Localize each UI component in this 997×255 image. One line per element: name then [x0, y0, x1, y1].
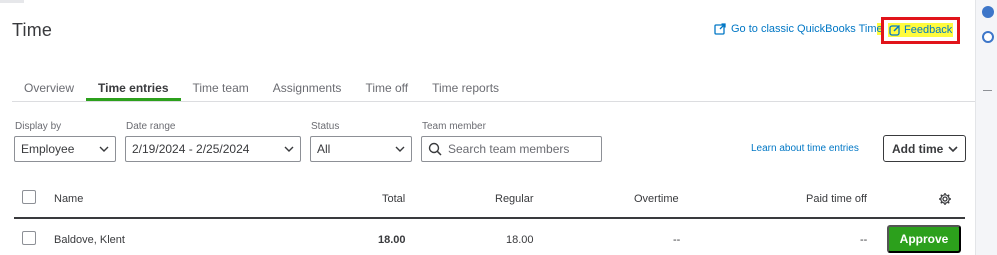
page-title: Time: [12, 20, 53, 40]
display-by-value: Employee: [21, 142, 75, 156]
column-paid-time-off: Paid time off: [806, 193, 867, 205]
tab-time-team[interactable]: Time team: [181, 76, 261, 101]
rail-app-icon[interactable]: [982, 6, 994, 18]
date-range-value: 2/19/2024 - 2/25/2024: [132, 142, 250, 156]
date-range-select[interactable]: 2/19/2024 - 2/25/2024: [125, 136, 301, 162]
add-time-label: Add time: [892, 141, 944, 156]
gear-icon[interactable]: [938, 192, 952, 206]
external-link-icon: [714, 23, 726, 35]
row-checkbox[interactable]: [22, 231, 36, 245]
table-header: Name Total Regular Overtime Paid time of…: [14, 185, 965, 219]
table-row[interactable]: Baldove, Klent 18.00 18.00 -- -- Approve: [14, 222, 965, 255]
column-regular: Regular: [495, 193, 534, 205]
tab-overview[interactable]: Overview: [12, 76, 86, 101]
tab-assignments[interactable]: Assignments: [261, 76, 354, 101]
row-total: 18.00: [378, 234, 406, 246]
display-by-label: Display by: [15, 121, 62, 132]
row-overtime: --: [673, 234, 681, 246]
rail-help-icon[interactable]: [982, 31, 994, 43]
feedback-icon: [889, 24, 901, 36]
tab-bar: Overview Time entries Time team Assignme…: [12, 76, 975, 102]
status-value: All: [317, 142, 331, 156]
feedback-label: Feedback: [904, 24, 953, 36]
tab-time-reports[interactable]: Time reports: [420, 76, 511, 101]
rail-divider: [983, 90, 992, 91]
team-member-search: [421, 136, 602, 162]
add-time-button[interactable]: Add time: [883, 135, 966, 162]
top-strip: [0, 0, 24, 3]
chevron-down-icon: [948, 145, 958, 152]
time-page: Time Go to classic QuickBooks Time Feedb…: [0, 0, 975, 255]
tab-time-off[interactable]: Time off: [353, 76, 420, 101]
chevron-down-icon: [395, 146, 405, 152]
chevron-down-icon: [99, 146, 109, 152]
display-by-select[interactable]: Employee: [14, 136, 116, 162]
column-total: Total: [382, 193, 406, 205]
right-rail: [975, 0, 997, 255]
status-label: Status: [311, 121, 340, 132]
feedback-link[interactable]: Feedback: [888, 23, 954, 37]
team-member-label: Team member: [422, 121, 486, 132]
classic-link-label: Go to classic QuickBooks Tim: [731, 23, 877, 35]
classic-quickbooks-time-link[interactable]: Go to classic QuickBooks Time: [714, 23, 883, 35]
column-overtime: Overtime: [634, 193, 679, 205]
tab-time-entries[interactable]: Time entries: [86, 76, 181, 101]
row-regular: 18.00: [506, 234, 534, 246]
learn-about-time-entries-link[interactable]: Learn about time entries: [751, 143, 859, 154]
column-name: Name: [54, 193, 84, 205]
date-range-label: Date range: [126, 121, 176, 132]
chevron-down-icon: [284, 146, 294, 152]
row-paid-time-off: --: [860, 234, 868, 246]
row-name: Baldove, Klent: [54, 234, 125, 246]
status-select[interactable]: All: [310, 136, 412, 162]
approve-button[interactable]: Approve: [887, 225, 961, 253]
select-all-checkbox[interactable]: [22, 190, 36, 204]
team-member-search-input[interactable]: [448, 142, 598, 156]
search-icon: [428, 142, 442, 156]
